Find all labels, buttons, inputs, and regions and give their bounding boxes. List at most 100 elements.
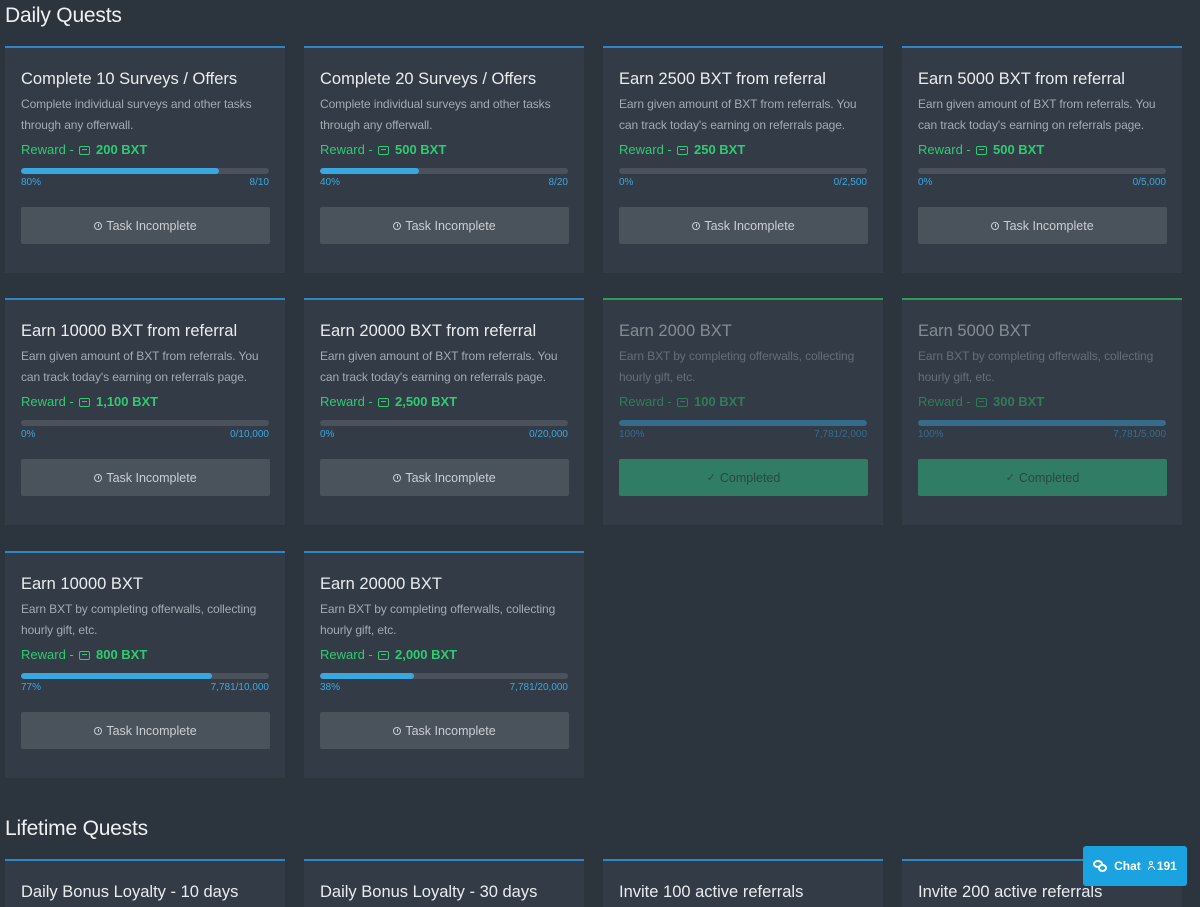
- quest-title: Daily Bonus Loyalty - 30 days: [320, 883, 538, 901]
- progress-bar: [320, 168, 568, 174]
- progress-count: 0/2,500: [833, 177, 867, 188]
- progress-percent: 38%: [320, 682, 341, 693]
- reward-prefix: Reward -: [918, 394, 975, 409]
- quest-description: Earn given amount of BXT from referrals.…: [918, 97, 1156, 132]
- progress-fill: [21, 168, 220, 174]
- quest-card: Complete 20 Surveys / Offers Complete in…: [304, 46, 584, 273]
- ticket-icon: [378, 146, 390, 155]
- task-incomplete-button[interactable]: Task Incomplete: [320, 459, 569, 496]
- task-incomplete-button[interactable]: Task Incomplete: [21, 712, 270, 749]
- chat-icon: [1093, 860, 1108, 872]
- progress-bar: [21, 168, 269, 174]
- progress-count: 7,781/20,000: [509, 682, 568, 693]
- progress-fill: [21, 673, 212, 679]
- check-icon: ✓: [706, 472, 716, 484]
- task-incomplete-button[interactable]: Task Incomplete: [21, 459, 270, 496]
- quest-reward: Reward - 200 BXT: [21, 141, 269, 159]
- button-label: Task Incomplete: [405, 723, 496, 738]
- reward-amount: 2,500 BXT: [394, 394, 458, 409]
- reward-amount: 2,000 BXT: [394, 647, 458, 662]
- reward-prefix: Reward -: [320, 142, 377, 157]
- quest-title: Complete 10 Surveys / Offers: [21, 70, 238, 88]
- clock-icon: [94, 726, 103, 735]
- progress-fill: [320, 673, 415, 679]
- progress-count: 8/10: [249, 177, 269, 188]
- clock-icon: [393, 726, 402, 735]
- quest-card: Complete 10 Surveys / Offers Complete in…: [5, 46, 285, 273]
- quest-description: Earn BXT by completing offerwalls, colle…: [918, 349, 1154, 384]
- task-incomplete-button[interactable]: Task Incomplete: [320, 712, 569, 749]
- progress-percent: 0%: [21, 429, 36, 440]
- quest-description: Earn given amount of BXT from referrals.…: [320, 349, 558, 384]
- ticket-icon: [677, 146, 689, 155]
- chat-label: Chat: [1114, 859, 1141, 873]
- quest-description: Complete individual surveys and other ta…: [21, 97, 252, 132]
- reward-amount: 100 BXT: [693, 394, 746, 409]
- clock-icon: [393, 473, 402, 482]
- progress-count: 0/10,000: [230, 429, 269, 440]
- quest-title: Earn 10000 BXT from referral: [21, 322, 238, 340]
- progress-fill: [320, 168, 420, 174]
- progress-percent: 0%: [320, 429, 335, 440]
- ticket-icon: [79, 146, 91, 155]
- progress-percent: 77%: [21, 682, 42, 693]
- online-count-value: 191: [1156, 859, 1177, 873]
- progress-count: 0/20,000: [529, 429, 568, 440]
- quest-card: Earn 10000 BXT Earn BXT by completing of…: [5, 551, 285, 778]
- quest-reward: Reward - 500 BXT: [918, 141, 1166, 159]
- quest-title: Earn 20000 BXT from referral: [320, 322, 537, 340]
- reward-prefix: Reward -: [21, 647, 78, 662]
- ticket-icon: [677, 398, 689, 407]
- button-label: Task Incomplete: [405, 218, 496, 233]
- reward-amount: 800 BXT: [95, 647, 148, 662]
- quest-title: Invite 100 active referrals: [619, 883, 804, 901]
- progress-percent: 80%: [21, 177, 42, 188]
- progress-bar: [320, 420, 568, 426]
- quest-reward: Reward - 800 BXT: [21, 646, 269, 664]
- task-incomplete-button[interactable]: Task Incomplete: [918, 207, 1167, 244]
- reward-prefix: Reward -: [619, 394, 676, 409]
- quest-reward: Reward - 250 BXT: [619, 141, 867, 159]
- task-incomplete-button[interactable]: Task Incomplete: [21, 207, 270, 244]
- chat-button[interactable]: Chat 191: [1083, 846, 1187, 886]
- quest-title: Earn 2500 BXT from referral: [619, 70, 826, 88]
- button-label: Task Incomplete: [106, 218, 197, 233]
- progress-count: 7,781/2,000: [814, 429, 867, 440]
- ticket-icon: [378, 651, 390, 660]
- user-icon: [1147, 861, 1155, 870]
- quest-description: Earn BXT by completing offerwalls, colle…: [619, 349, 855, 384]
- quest-reward: Reward - 300 BXT: [918, 393, 1166, 411]
- progress-percent: 40%: [320, 177, 341, 188]
- reward-prefix: Reward -: [21, 142, 78, 157]
- quest-description: Earn BXT by completing offerwalls, colle…: [21, 602, 257, 637]
- progress-bar: [918, 420, 1166, 426]
- ticket-icon: [976, 146, 988, 155]
- daily-quests-title: Daily Quests: [5, 4, 122, 27]
- quest-reward: Reward - 2,500 BXT: [320, 393, 568, 411]
- progress-count: 8/20: [548, 177, 568, 188]
- quest-card: Earn 20000 BXT from referral Earn given …: [304, 298, 584, 525]
- button-label: Task Incomplete: [1003, 218, 1094, 233]
- task-incomplete-button[interactable]: Task Incomplete: [619, 207, 868, 244]
- completed-button[interactable]: ✓ Completed: [619, 459, 868, 496]
- quest-card: Earn 20000 BXT Earn BXT by completing of…: [304, 551, 584, 778]
- progress-bar: [619, 168, 867, 174]
- reward-prefix: Reward -: [320, 394, 377, 409]
- progress-percent: 0%: [619, 177, 634, 188]
- button-label: Completed: [719, 470, 781, 485]
- quest-description: Earn given amount of BXT from referrals.…: [619, 97, 857, 132]
- quest-title: Earn 10000 BXT: [21, 575, 143, 593]
- reward-prefix: Reward -: [21, 394, 78, 409]
- progress-bar: [21, 420, 269, 426]
- progress-count: 7,781/5,000: [1113, 429, 1166, 440]
- progress-fill: [918, 420, 1166, 426]
- task-incomplete-button[interactable]: Task Incomplete: [320, 207, 569, 244]
- progress-bar: [320, 673, 568, 679]
- quest-description: Complete individual surveys and other ta…: [320, 97, 551, 132]
- button-label: Completed: [1018, 470, 1080, 485]
- ticket-icon: [976, 398, 988, 407]
- clock-icon: [991, 221, 1000, 230]
- quest-card: Earn 5000 BXT from referral Earn given a…: [902, 46, 1182, 273]
- completed-button[interactable]: ✓ Completed: [918, 459, 1167, 496]
- reward-amount: 250 BXT: [693, 142, 746, 157]
